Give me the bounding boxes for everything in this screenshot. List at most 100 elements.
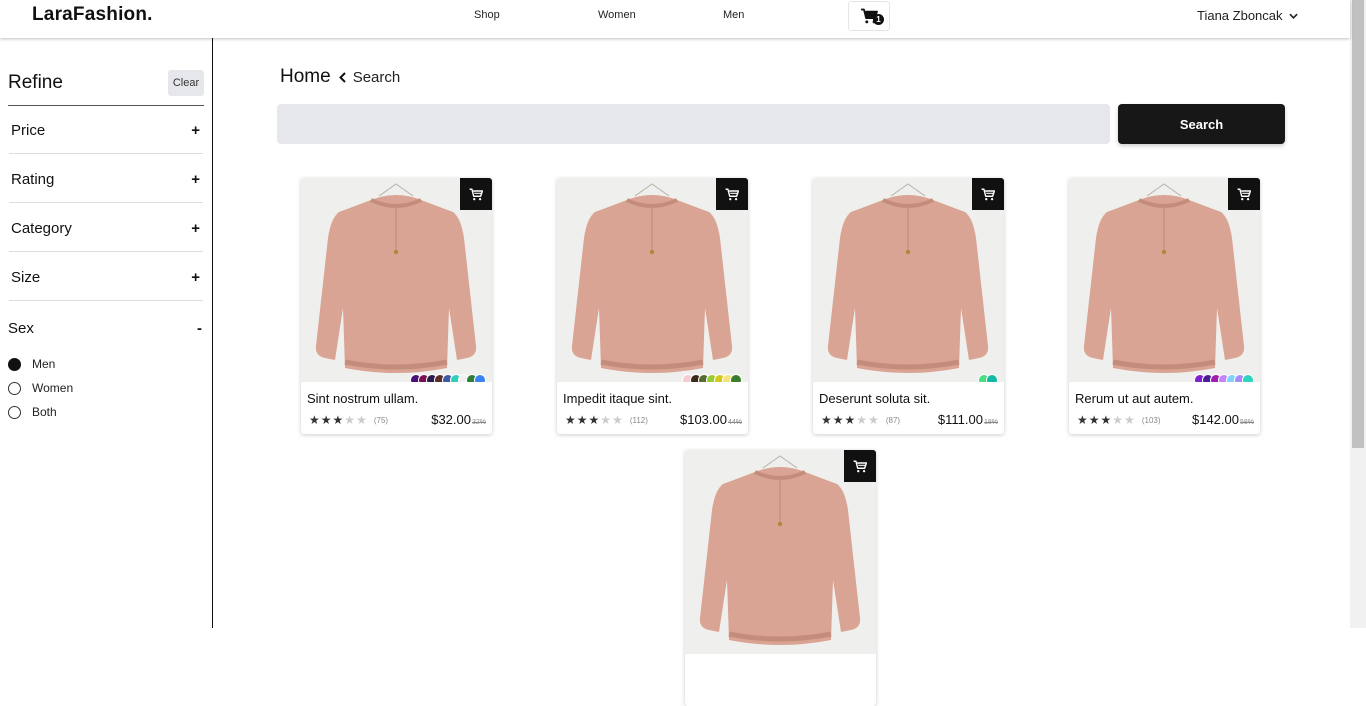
- radio-button[interactable]: [8, 381, 21, 395]
- product-name[interactable]: Sint nostrum ullam.: [307, 391, 418, 406]
- search-input[interactable]: [277, 104, 1110, 144]
- star-icon: ★: [309, 413, 320, 427]
- add-to-cart-button[interactable]: [1228, 178, 1260, 210]
- product-rating: ★ ★ ★ ★ ★ (75): [309, 413, 388, 427]
- nav-women-link[interactable]: Women: [598, 9, 636, 21]
- star-icon: ★: [320, 413, 332, 427]
- product-card[interactable]: [685, 450, 876, 706]
- filter-label: Size: [11, 269, 41, 286]
- filter-size[interactable]: Size +: [9, 259, 203, 301]
- star-icon: ★: [612, 413, 623, 427]
- price-block: $32.00 32%: [431, 412, 486, 427]
- refine-title: Refine: [8, 72, 63, 93]
- nav-shop-link[interactable]: Shop: [474, 9, 500, 21]
- cart-icon: [853, 460, 867, 472]
- add-to-cart-button[interactable]: [972, 178, 1004, 210]
- price-block: $142.00 58%: [1192, 412, 1254, 427]
- star-icon: ★: [356, 413, 367, 427]
- star-icon: ★: [1124, 413, 1135, 427]
- star-icon: ★: [856, 413, 868, 427]
- cart-button[interactable]: 1: [848, 1, 890, 31]
- product-discount: 18%: [983, 419, 998, 426]
- nav-men-link[interactable]: Men: [723, 9, 744, 21]
- product-name[interactable]: Impedit itaque sint.: [563, 391, 672, 406]
- filter-label: Rating: [11, 171, 55, 188]
- breadcrumb: Home Search: [280, 66, 400, 88]
- radio-label: Both: [32, 405, 57, 419]
- add-to-cart-button[interactable]: [460, 178, 492, 210]
- color-swatches: [682, 374, 742, 382]
- product-discount: 44%: [727, 419, 742, 426]
- page-scrollbar[interactable]: [1350, 0, 1366, 628]
- color-swatch[interactable]: [1242, 374, 1254, 382]
- product-card[interactable]: Impedit itaque sint. ★ ★ ★ ★ ★ (112) $103.00 4…: [557, 178, 748, 434]
- star-icon: ★: [588, 413, 600, 427]
- review-count: (112): [629, 415, 648, 425]
- color-swatches: [410, 374, 486, 382]
- scrollbar-thumb[interactable]: [1352, 0, 1364, 448]
- breadcrumb-home-link[interactable]: Home: [280, 66, 331, 88]
- top-navbar: LaraFashion. Shop Women Men 1 Tiana Zbon…: [0, 0, 1350, 38]
- add-to-cart-button[interactable]: [844, 450, 876, 482]
- star-icon: ★: [565, 413, 576, 427]
- star-icon: ★: [868, 413, 879, 427]
- user-name: Tiana Zboncak: [1197, 8, 1283, 23]
- product-rating: ★ ★ ★ ★ ★ (103): [1077, 413, 1161, 427]
- radio-option-women[interactable]: Women: [8, 381, 73, 395]
- radio-label: Women: [32, 381, 74, 395]
- product-rating: ★ ★ ★ ★ ★ (87): [821, 413, 900, 427]
- product-card[interactable]: Deserunt soluta sit. ★ ★ ★ ★ ★ (87) $111.00 18…: [813, 178, 1004, 434]
- product-price: $32.00: [431, 412, 471, 427]
- star-icon: ★: [600, 413, 612, 427]
- product-card[interactable]: Rerum ut aut autem. ★ ★ ★ ★ ★ (103) $142.00 58…: [1069, 178, 1260, 434]
- star-icon: ★: [1100, 413, 1112, 427]
- color-swatch[interactable]: [474, 374, 486, 382]
- star-icon: ★: [821, 413, 832, 427]
- color-swatch[interactable]: [730, 374, 742, 382]
- filter-price[interactable]: Price +: [9, 112, 203, 154]
- star-icon: ★: [332, 413, 344, 427]
- price-block: $103.00 44%: [680, 412, 742, 427]
- expand-toggle[interactable]: +: [191, 220, 200, 237]
- radio-option-both[interactable]: Both: [8, 405, 57, 419]
- cart-icon: [981, 188, 995, 200]
- product-discount: 32%: [471, 419, 486, 426]
- expand-toggle[interactable]: +: [191, 171, 200, 188]
- product-discount: 58%: [1239, 419, 1254, 426]
- product-image[interactable]: [301, 178, 492, 382]
- product-card[interactable]: Sint nostrum ullam. ★ ★ ★ ★ ★ (75) $32.00 32%: [301, 178, 492, 434]
- color-swatch[interactable]: [986, 374, 998, 382]
- star-icon: ★: [1077, 413, 1088, 427]
- filter-label: Price: [11, 122, 46, 139]
- star-icon: ★: [344, 413, 356, 427]
- product-image[interactable]: [557, 178, 748, 382]
- clear-filters-button[interactable]: Clear: [168, 70, 204, 96]
- breadcrumb-current: Search: [352, 68, 401, 86]
- filter-rating[interactable]: Rating +: [9, 161, 203, 203]
- review-count: (103): [1141, 415, 1161, 425]
- product-name[interactable]: Deserunt soluta sit.: [819, 391, 930, 406]
- brand-logo[interactable]: LaraFashion.: [32, 4, 153, 26]
- expand-toggle[interactable]: +: [191, 269, 200, 286]
- cart-icon: [469, 188, 483, 200]
- product-name[interactable]: Rerum ut aut autem.: [1075, 391, 1194, 406]
- filter-category[interactable]: Category +: [9, 210, 203, 252]
- collapse-toggle[interactable]: -: [197, 320, 202, 337]
- expand-toggle[interactable]: +: [191, 122, 200, 139]
- product-image[interactable]: [685, 450, 876, 654]
- radio-option-men[interactable]: Men: [8, 357, 55, 371]
- star-icon: ★: [1112, 413, 1124, 427]
- review-count: (87): [885, 415, 901, 425]
- filter-sex-label[interactable]: Sex: [8, 320, 34, 337]
- filter-label: Category: [11, 220, 72, 237]
- cart-icon: [725, 188, 739, 200]
- star-icon: ★: [576, 413, 588, 427]
- radio-button[interactable]: [8, 357, 21, 371]
- filter-sidebar: Refine Clear Price + Rating + Category +…: [0, 38, 213, 628]
- product-image[interactable]: [1069, 178, 1260, 382]
- add-to-cart-button[interactable]: [716, 178, 748, 210]
- product-image[interactable]: [813, 178, 1004, 382]
- radio-button[interactable]: [8, 405, 21, 419]
- user-menu[interactable]: Tiana Zboncak: [1197, 8, 1298, 23]
- search-button[interactable]: Search: [1118, 104, 1285, 144]
